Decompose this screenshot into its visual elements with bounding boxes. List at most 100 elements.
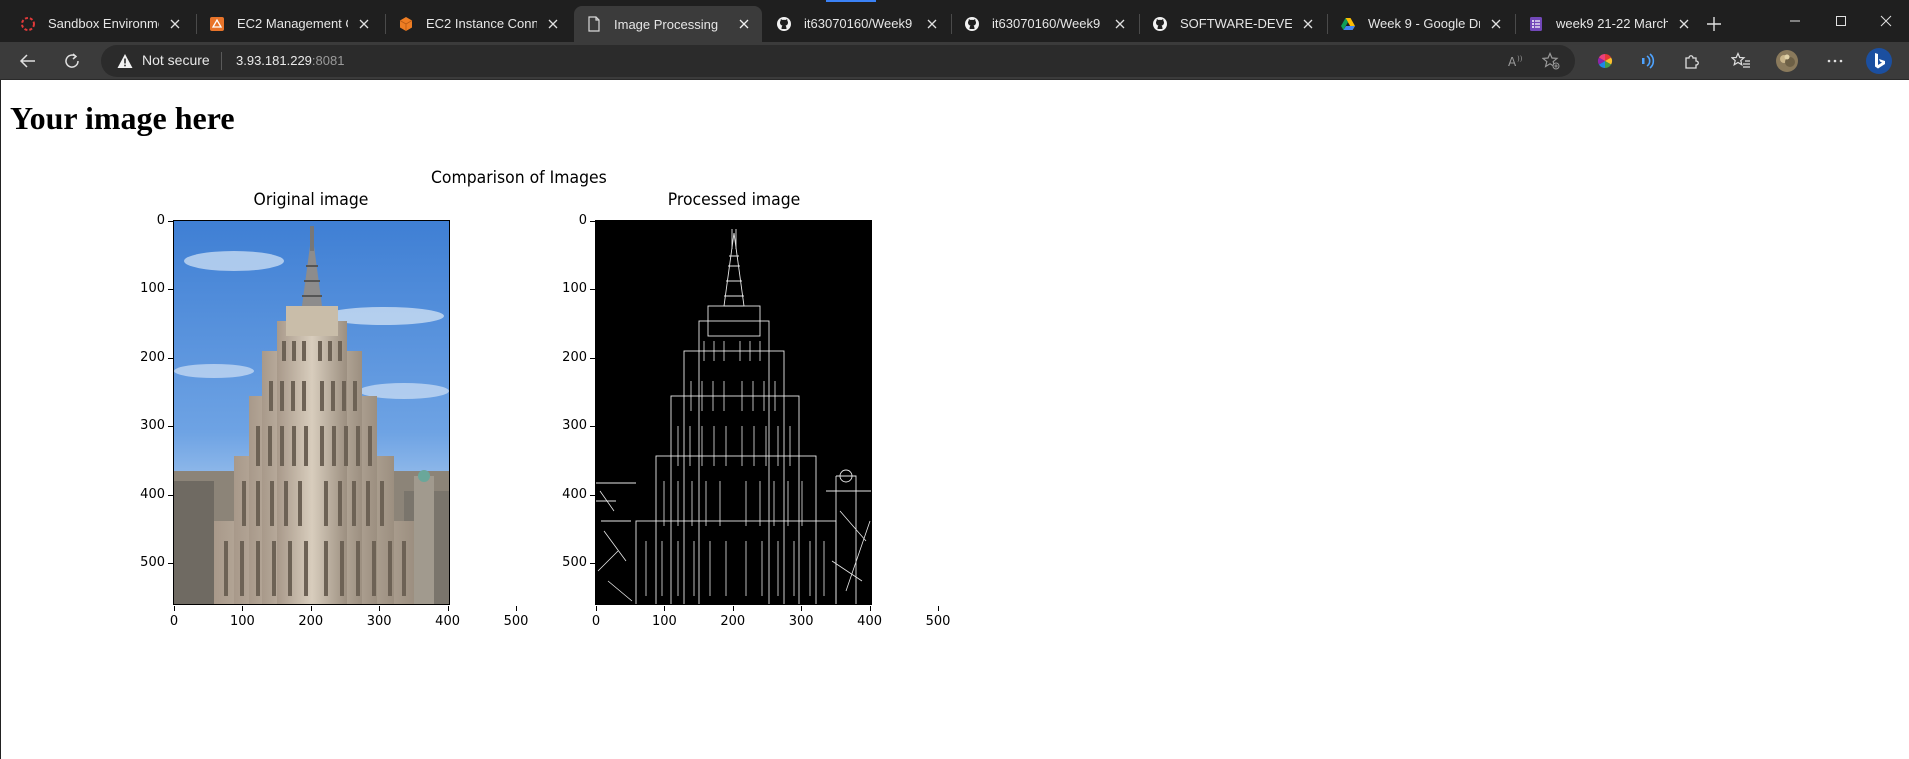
plus-icon (1707, 17, 1721, 31)
github-icon (776, 16, 792, 32)
x-tick (869, 606, 871, 611)
extensions-button[interactable] (1677, 46, 1707, 76)
warning-icon (117, 54, 133, 68)
y-tick (168, 494, 173, 496)
y-tick (168, 289, 173, 291)
close-icon[interactable] (1674, 14, 1694, 34)
x-tick (732, 606, 734, 611)
github-icon (964, 16, 980, 32)
back-button[interactable] (13, 46, 43, 76)
y-tick (590, 289, 595, 291)
aws-console-icon (209, 16, 225, 32)
x-tick (801, 606, 803, 611)
y-tick (168, 221, 173, 222)
close-icon[interactable] (1110, 14, 1130, 34)
original-image-title: Original image (253, 190, 369, 210)
y-tick-label: 300 (140, 418, 165, 434)
tab-week9-forms[interactable]: week9 21-22 March (1516, 7, 1702, 40)
x-tick (664, 606, 666, 611)
close-icon[interactable] (165, 14, 185, 34)
bing-chat-button[interactable] (1864, 46, 1894, 76)
tab-github-week9-2[interactable]: it63070160/Week9 (952, 7, 1138, 40)
tab-google-drive[interactable]: Week 9 - Google Drive (1328, 7, 1514, 40)
tab-image-processing[interactable]: Image Processing (574, 6, 762, 42)
refresh-button[interactable] (57, 46, 87, 76)
extension-audio-button[interactable] (1633, 46, 1663, 76)
url-text[interactable]: 3.93.181.229:8081 (236, 53, 344, 68)
audio-waves-icon (1642, 53, 1655, 69)
add-favorite-button[interactable] (1541, 51, 1561, 71)
y-tick-label: 200 (140, 349, 165, 365)
tab-title: Sandbox Environment (48, 16, 159, 31)
close-icon[interactable] (734, 14, 754, 34)
x-tick-label: 400 (435, 614, 460, 629)
page-content: Your image here Comparison of Images Ori… (0, 80, 1909, 759)
tab-title: EC2 Instance Connect (426, 16, 537, 31)
y-tick (168, 563, 173, 564)
svg-text:A: A (1508, 55, 1517, 69)
y-tick (590, 221, 595, 222)
puzzle-icon (1685, 55, 1699, 69)
x-tick-label: 300 (366, 614, 392, 629)
minimize-icon (1790, 20, 1800, 22)
bing-icon (1866, 48, 1892, 74)
profile-button[interactable] (1772, 46, 1802, 76)
y-tick (168, 426, 173, 428)
google-drive-icon (1340, 16, 1356, 32)
x-tick-label: 500 (503, 614, 529, 629)
github-icon (1152, 16, 1168, 32)
y-tick-label: 500 (562, 555, 587, 570)
x-tick-label: 400 (857, 614, 882, 629)
tab-ec2-instance-connect[interactable]: EC2 Instance Connect (386, 7, 571, 40)
tab-github-week9[interactable]: it63070160/Week9 (764, 7, 950, 40)
star-add-icon (1542, 52, 1560, 70)
x-tick-label: 300 (788, 614, 814, 629)
x-tick-label: 100 (651, 614, 677, 629)
security-label[interactable]: Not secure (142, 52, 210, 68)
y-tick (168, 357, 173, 359)
tab-title: Week 9 - Google Drive (1368, 16, 1480, 31)
settings-menu-button[interactable] (1820, 46, 1850, 76)
read-aloud-icon: A)) (1508, 55, 1523, 69)
y-tick (590, 426, 595, 428)
address-bar[interactable]: Not secure 3.93.181.229:8081 A)) (101, 45, 1575, 77)
x-tick-label: 100 (229, 614, 255, 629)
x-tick (174, 606, 175, 611)
read-aloud-button[interactable]: A)) (1507, 51, 1527, 71)
sandbox-icon (20, 16, 36, 32)
extension-color-button[interactable] (1590, 46, 1620, 76)
x-tick (447, 606, 449, 611)
page-heading: Your image here (10, 100, 235, 136)
new-tab-button[interactable] (1702, 12, 1726, 36)
x-tick-label: 0 (591, 614, 601, 629)
x-tick (379, 606, 381, 611)
more-icon (1827, 59, 1843, 63)
tab-software-development[interactable]: SOFTWARE-DEVELOPM (1140, 7, 1326, 40)
refresh-icon (65, 53, 79, 68)
tab-title: EC2 Management Cons (237, 16, 348, 31)
close-icon[interactable] (543, 14, 563, 34)
tab-title: SOFTWARE-DEVELOPM (1180, 16, 1292, 31)
close-window-button[interactable] (1863, 0, 1909, 42)
tab-title: it63070160/Week9 (992, 16, 1101, 31)
tab-title: it63070160/Week9 (804, 16, 913, 31)
page-icon (586, 16, 602, 32)
processed-image (595, 220, 872, 605)
processed-image-title: Processed image (667, 190, 801, 210)
close-icon[interactable] (354, 14, 374, 34)
x-tick-label: 200 (720, 614, 746, 629)
tab-sandbox-environment[interactable]: Sandbox Environment (8, 7, 193, 40)
tab-ec2-management-console[interactable]: EC2 Management Cons (197, 7, 382, 40)
color-wheel-icon (1597, 53, 1613, 69)
x-tick-label: 0 (169, 614, 179, 629)
maximize-button[interactable] (1818, 0, 1864, 42)
minimize-button[interactable] (1772, 0, 1818, 42)
x-tick-label: 200 (298, 614, 324, 629)
close-icon[interactable] (922, 14, 942, 34)
svg-text:)): )) (1517, 55, 1523, 63)
figure-title: Comparison of Images (431, 168, 607, 188)
close-icon[interactable] (1486, 14, 1506, 34)
close-icon[interactable] (1298, 14, 1318, 34)
tab-title: week9 21-22 March (1556, 16, 1668, 31)
favorites-button[interactable] (1726, 46, 1756, 76)
